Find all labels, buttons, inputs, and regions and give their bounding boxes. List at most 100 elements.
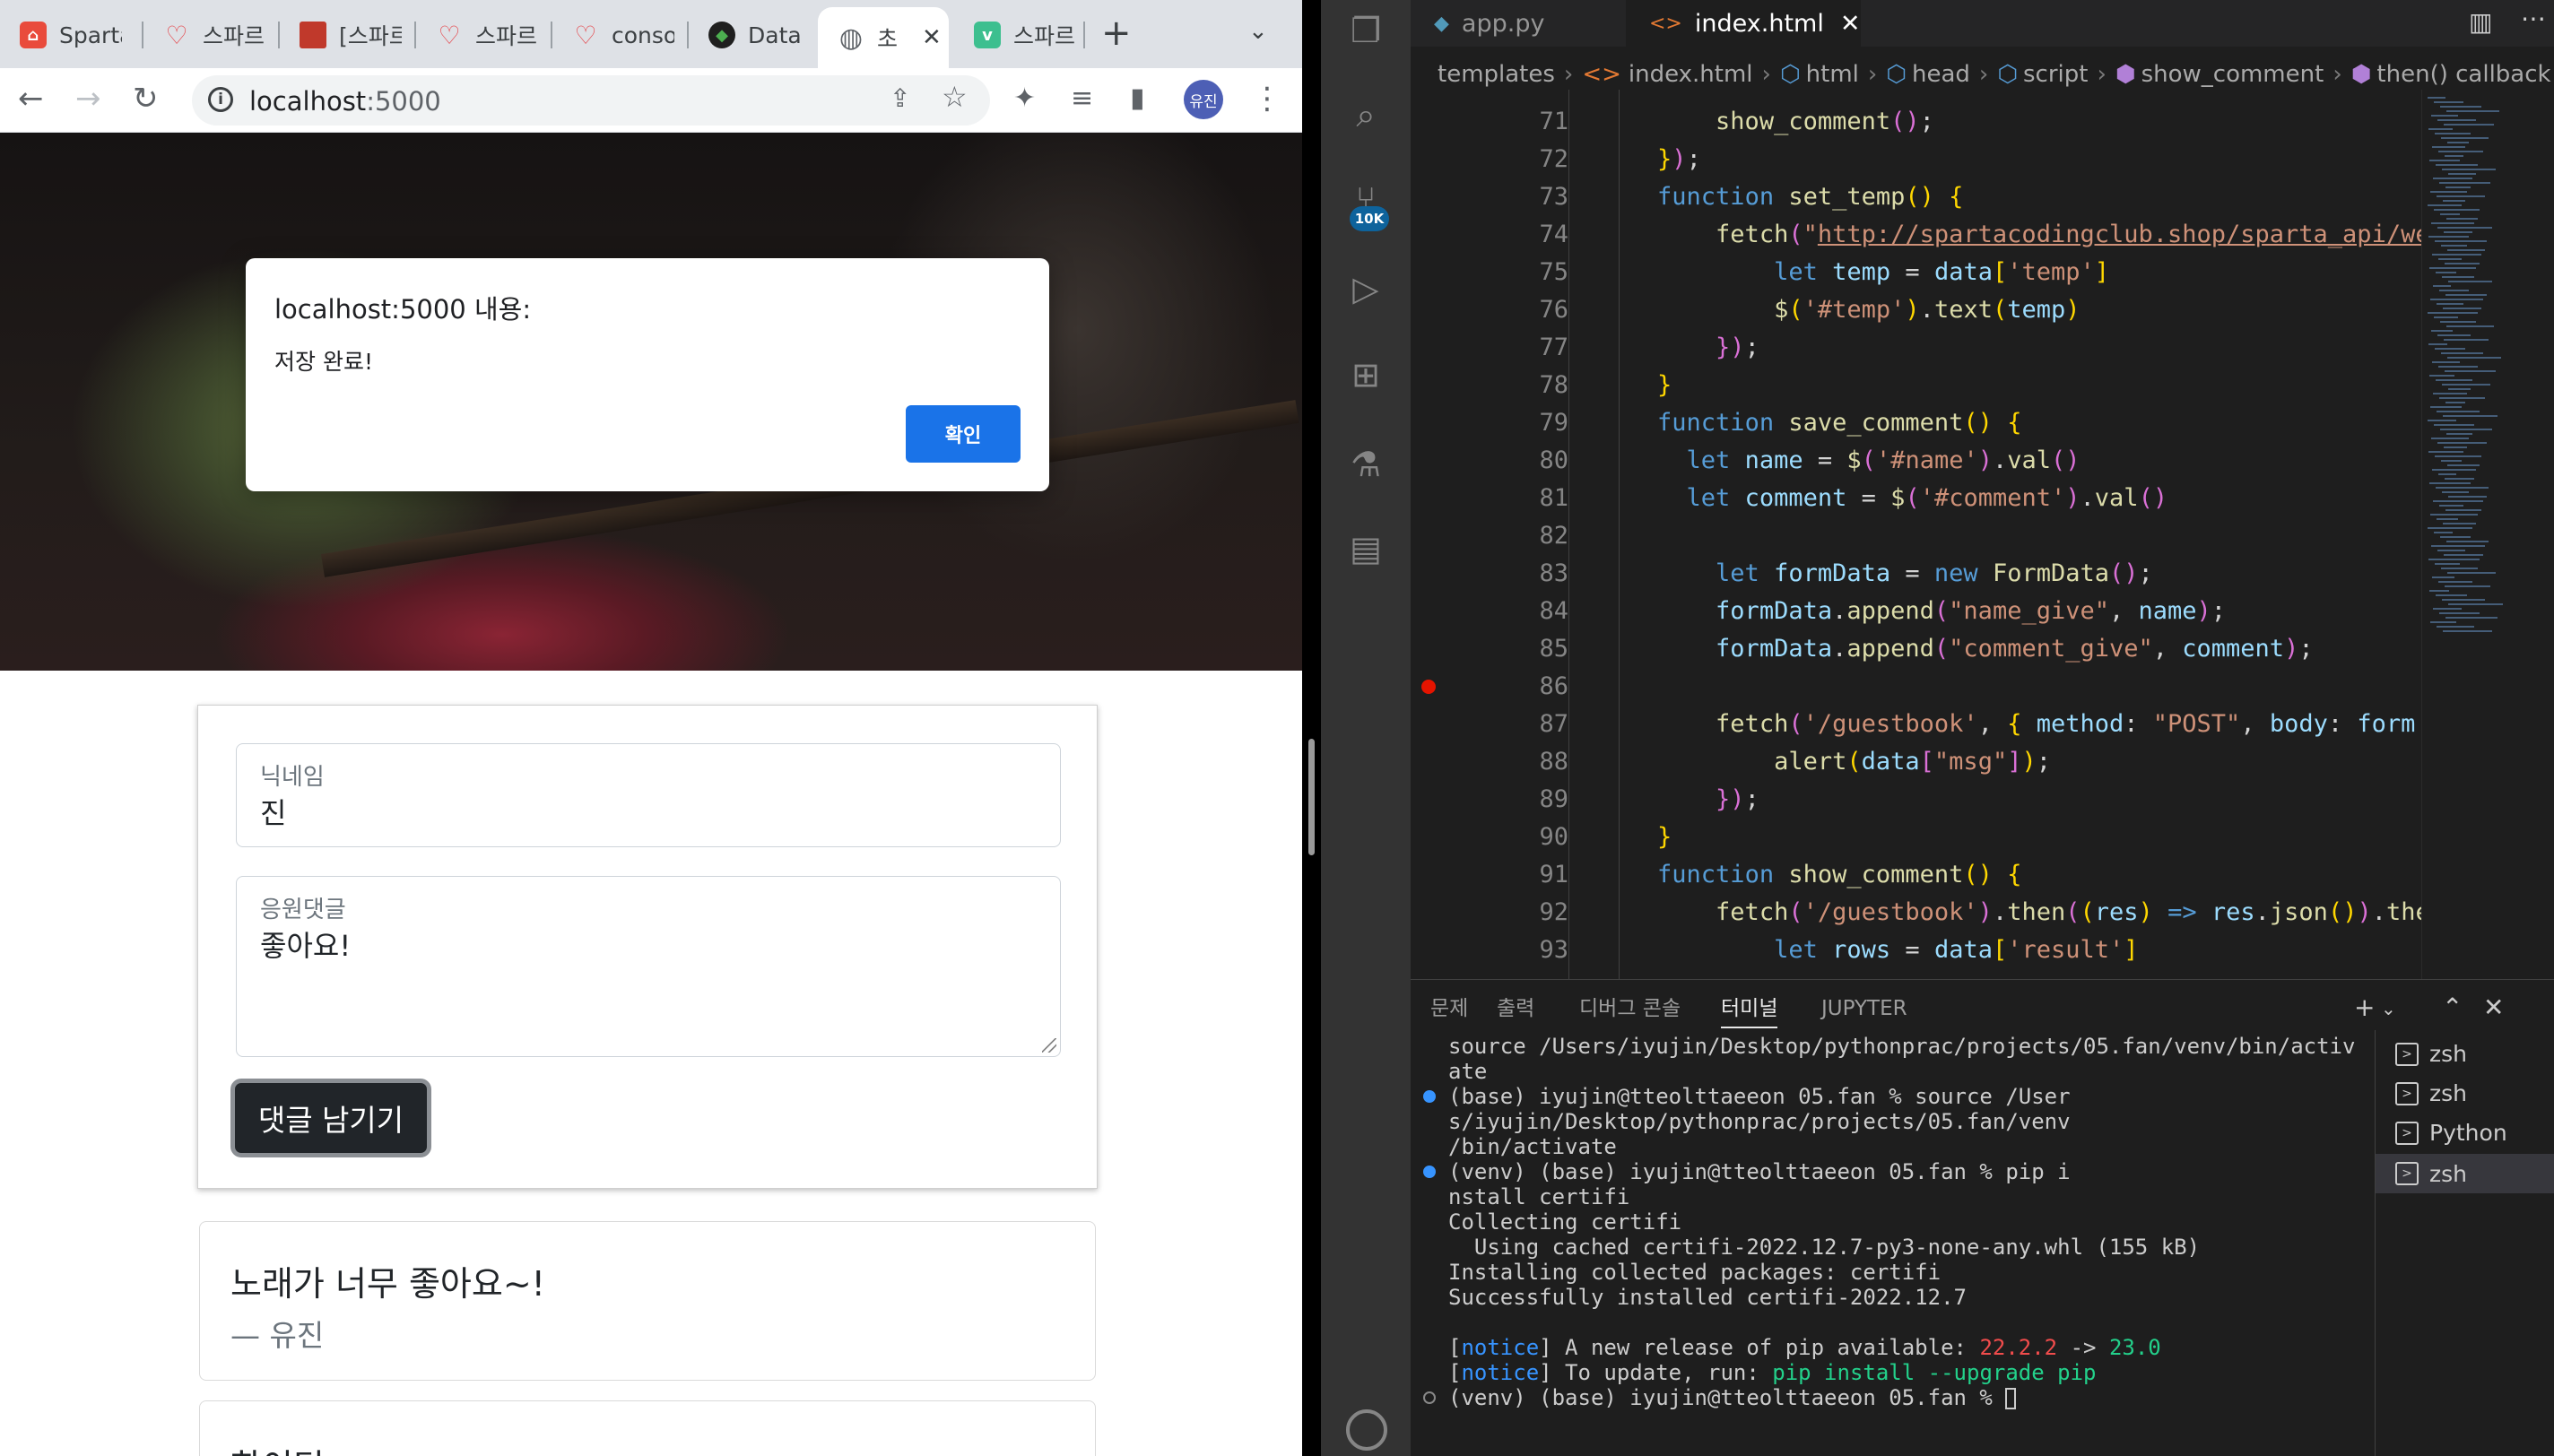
code-line[interactable]: }); [1599, 145, 1701, 173]
line-number[interactable]: 91 [1491, 861, 1568, 888]
code-line[interactable]: let comment = $('#comment').val() [1599, 484, 2168, 512]
line-number[interactable]: 73 [1491, 183, 1568, 211]
breadcrumb-item[interactable]: head [1912, 61, 1970, 88]
breadcrumb-item[interactable]: html [1806, 61, 1859, 88]
line-number[interactable]: 79 [1491, 409, 1568, 437]
star-icon[interactable]: ☆ [942, 79, 968, 115]
code-line[interactable]: formData.append("name_give", name); [1599, 597, 2226, 625]
line-number[interactable]: 82 [1491, 522, 1568, 550]
command-status-icon[interactable] [1423, 1090, 1436, 1103]
tab-app-py[interactable]: ◆ app.py [1411, 0, 1626, 47]
terminal-output[interactable]: source /Users/iyujin/Desktop/pythonprac/… [1448, 1034, 2355, 1410]
tab-active[interactable]: ◍ 초 ✕ [818, 7, 949, 68]
tab-index-html[interactable]: <> index.html ✕ [1626, 0, 1861, 47]
breadcrumb-item[interactable]: templates [1438, 61, 1555, 88]
line-number[interactable]: 83 [1491, 559, 1568, 587]
address-bar[interactable]: i localhost:5000 ⇪ ☆ [192, 75, 990, 126]
code-line[interactable]: alert(data["msg"]); [1599, 748, 2051, 776]
code-line[interactable]: show_comment(); [1599, 108, 1934, 135]
code-line[interactable]: $('#temp').text(temp) [1599, 296, 2080, 324]
explorer-icon[interactable]: ❐ [1344, 9, 1387, 52]
resize-handle[interactable] [1042, 1038, 1056, 1053]
line-number[interactable]: 87 [1491, 710, 1568, 738]
tab-sparta-5[interactable]: v스파르타 [954, 14, 1085, 56]
add-terminal-icon[interactable]: + [2354, 992, 2375, 1022]
alert-ok-button[interactable]: 확인 [906, 405, 1021, 463]
split-editor-icon[interactable]: ▥ [2469, 7, 2492, 37]
breadcrumb-item[interactable]: then() callback [2376, 61, 2550, 88]
tab-sparta-3[interactable]: [스파르타 [280, 14, 416, 56]
terminal-item-active[interactable]: > zsh [2376, 1154, 2554, 1193]
sidepanel-icon[interactable]: ▮ [1130, 81, 1145, 117]
maximize-panel-icon[interactable]: ⌃ [2442, 992, 2463, 1022]
line-number[interactable]: 72 [1491, 145, 1568, 173]
line-number[interactable]: 74 [1491, 221, 1568, 248]
tab-sparta-4[interactable]: ♡스파르타 [416, 14, 552, 56]
terminal-item[interactable]: > Python [2395, 1120, 2507, 1146]
chevron-down-icon[interactable]: ⌄ [2381, 998, 2396, 1019]
notebook-icon[interactable]: ▤ [1344, 527, 1387, 570]
breakpoint-icon[interactable] [1421, 680, 1436, 694]
code-line[interactable]: }); [1599, 785, 1759, 813]
submit-button[interactable]: 댓글 남기기 [230, 1079, 431, 1157]
panel-tab-output[interactable]: 출력 [1497, 989, 1534, 1028]
breadcrumb-item[interactable]: show_comment [2141, 61, 2324, 88]
new-tab-icon[interactable]: + [1101, 13, 1132, 54]
name-field[interactable]: 닉네임 진 [236, 743, 1061, 847]
code-line[interactable]: fetch("http://spartacodingclub.shop/spar… [1599, 221, 2421, 248]
line-number[interactable]: 85 [1491, 635, 1568, 663]
comment-field[interactable]: 응원댓글 좋아요! [236, 876, 1061, 1057]
code-line[interactable]: } [1599, 823, 1672, 851]
code-line[interactable]: let temp = data['temp'] [1599, 258, 2109, 286]
command-status-icon[interactable] [1423, 1166, 1436, 1178]
code-line[interactable]: formData.append("comment_give", comment)… [1599, 635, 2314, 663]
minimap[interactable] [2421, 90, 2554, 979]
code-line[interactable]: function show_comment() { [1599, 861, 2021, 888]
code-line[interactable]: } [1599, 371, 1672, 399]
divider-handle[interactable] [1308, 739, 1315, 855]
code-line[interactable]: function save_comment() { [1599, 409, 2021, 437]
code-line[interactable]: fetch('/guestbook').then((res) => res.js… [1599, 898, 2421, 926]
code-editor[interactable]: 71 show_comment(); 72 }); 73 function set_… [1411, 90, 2421, 979]
line-number[interactable]: 77 [1491, 334, 1568, 361]
extensions-icon[interactable]: ⊞ [1344, 353, 1387, 396]
tab-sparta[interactable]: ⌂Sparta [0, 14, 143, 56]
close-icon[interactable]: ✕ [2483, 992, 2504, 1022]
tab-sparta-2[interactable]: ♡스파르타 [143, 14, 280, 56]
code-line[interactable]: let name = $('#name').val() [1599, 446, 2081, 474]
line-number[interactable]: 89 [1491, 785, 1568, 813]
line-number[interactable]: 86 [1491, 672, 1568, 700]
panel-tab-debug-console[interactable]: 디버그 콘솔 [1579, 989, 1681, 1028]
tab-data[interactable]: ◆ Data [689, 14, 825, 56]
command-status-icon[interactable] [1423, 1391, 1436, 1404]
search-icon[interactable]: ⌕ [1344, 93, 1387, 136]
line-number[interactable]: 71 [1491, 108, 1568, 135]
extensions-icon[interactable]: ✦ [1013, 81, 1036, 117]
url-text[interactable]: localhost:5000 [249, 86, 441, 117]
more-icon[interactable]: ⋯ [2521, 4, 2546, 33]
panel-tab-problems[interactable]: 문제 [1430, 989, 1468, 1028]
avatar[interactable]: 유진 [1184, 80, 1223, 119]
account-icon[interactable] [1346, 1409, 1387, 1451]
code-line[interactable]: let rows = data['result'] [1599, 936, 2138, 964]
chevron-down-icon[interactable]: ⌄ [1248, 18, 1268, 45]
panel-tab-terminal[interactable]: 터미널 [1721, 989, 1778, 1028]
code-line[interactable]: }); [1599, 334, 1759, 361]
tab-console[interactable]: ♡console [552, 14, 689, 56]
terminal-item[interactable]: > zsh [2395, 1080, 2467, 1106]
line-number[interactable]: 78 [1491, 371, 1568, 399]
share-icon[interactable]: ⇪ [890, 81, 910, 117]
line-number[interactable]: 88 [1491, 748, 1568, 776]
line-number[interactable]: 84 [1491, 597, 1568, 625]
media-icon[interactable]: ≡ [1071, 81, 1093, 117]
line-number[interactable]: 92 [1491, 898, 1568, 926]
testing-icon[interactable]: ⚗ [1344, 443, 1387, 486]
run-debug-icon[interactable]: ▷ [1344, 267, 1387, 310]
code-line[interactable]: let formData = new FormData(); [1599, 559, 2153, 587]
close-icon[interactable]: ✕ [922, 24, 942, 51]
line-number[interactable]: 76 [1491, 296, 1568, 324]
code-line[interactable]: fetch('/guestbook', { method: "POST", bo… [1599, 710, 2415, 738]
breadcrumb-item[interactable]: script [2023, 61, 2088, 88]
panel-tab-jupyter[interactable]: JUPYTER [1821, 989, 1907, 1028]
line-number[interactable]: 90 [1491, 823, 1568, 851]
